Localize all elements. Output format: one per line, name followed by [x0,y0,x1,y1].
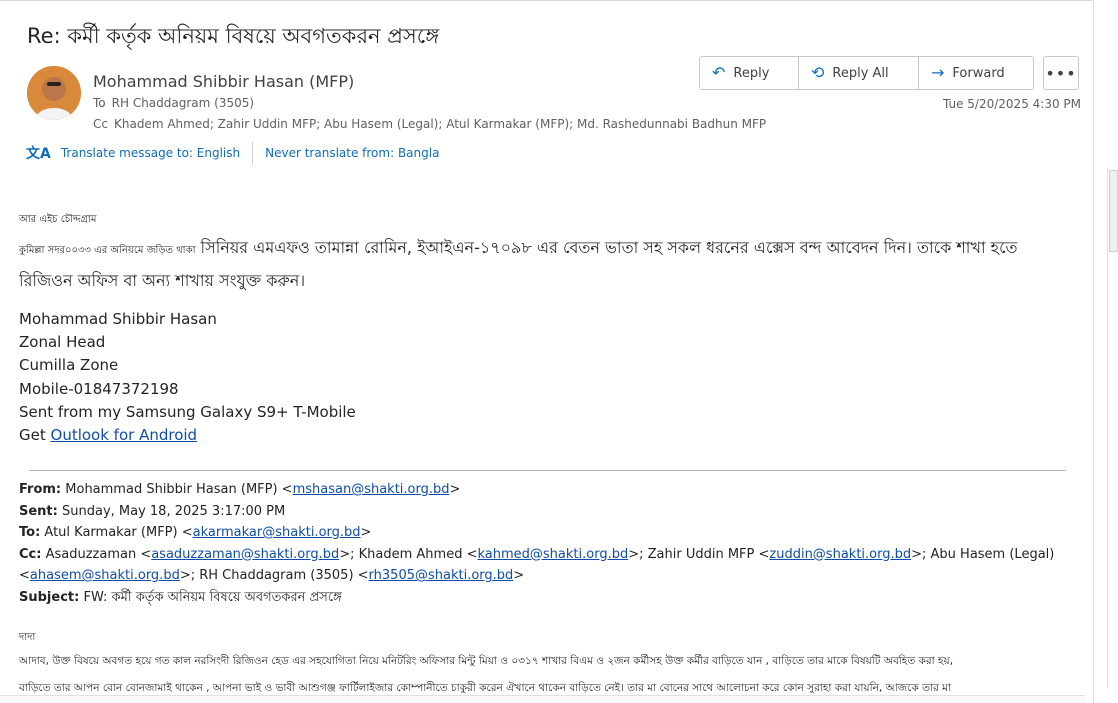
fwd-to-email-link[interactable]: akarmakar@shakti.org.bd [193,525,361,540]
fwd-cc-1-email-link[interactable]: asaduzzaman@shakti.org.bd [151,547,339,562]
received-date: Tue 5/20/2025 4:30 PM [942,97,1081,111]
forward-label: Forward [952,65,1005,81]
signature-zone: Cumilla Zone [19,356,119,375]
to-recipients: To RH Chaddagram (3505) [93,96,254,110]
vertical-scrollbar-thumb[interactable] [1109,170,1118,252]
translate-separator [252,142,254,164]
forwarded-headers: From: Mohammad Shibbir Hasan (MFP) <msha… [19,479,1074,608]
forward-icon: → [931,63,945,82]
reply-button[interactable]: ↶ Reply [700,57,799,89]
body-main-paragraph: কুমিল্লা সদর০০৩৩ এর অনিয়মে জড়িত থাকা স… [19,233,1059,296]
email-reading-pane: Re: কর্মী কর্তৃক অনিয়ম বিষয়ে অবগতকরন প… [0,0,1118,703]
forward-divider [29,470,1066,471]
body-lead: কুমিল্লা সদর০০৩৩ এর অনিয়মে জড়িত থাকা [19,245,196,256]
signature-name: Mohammad Shibbir Hasan [19,310,217,328]
fwd-sent-label: Sent: [19,503,58,519]
fwd-to-line: To: Atul Karmakar (MFP) <akarmakar@shakt… [19,522,1074,544]
fwd-cc-5-email-link[interactable]: rh3505@shakti.org.bd [369,568,514,583]
translate-to-english-link[interactable]: Translate message to: English [61,146,240,160]
fwd-cc-4-email-link[interactable]: ahasem@shakti.org.bd [30,568,180,583]
outlook-for-android-link[interactable]: Outlook for Android [51,426,198,444]
signature-get-outlook: Get Outlook for Android [19,424,356,447]
avatar[interactable] [27,66,81,120]
vertical-scrollbar[interactable] [1107,168,1118,688]
reply-label: Reply [733,65,770,81]
signature-mobile: Mobile-01847372198 [19,379,179,398]
sender-name[interactable]: Mohammad Shibbir Hasan (MFP) [93,72,354,91]
email-subject: Re: কর্মী কর্তৃক অনিয়ম বিষয়ে অবগতকরন প… [27,24,440,48]
signature: Mohammad Shibbir Hasan Zonal Head Cumill… [19,308,356,447]
avatar-photo-icon [27,66,81,120]
reply-button-group: ↶ Reply ⟲ Reply All → Forward [699,56,1034,90]
fwd-subject-line: Subject: FW: কর্মী কর্তৃক অনিয়ম বিষয়ে … [19,587,1074,609]
fwd-cc-1-name: Asaduzzaman < [41,546,152,562]
get-text: Get [19,426,51,445]
fwd-cc-3-email-link[interactable]: zuddin@shakti.org.bd [769,547,911,562]
top-divider [0,0,1092,1]
signature-sent-from: Sent from my Samsung Galaxy S9+ T-Mobile [19,402,356,421]
cc-recipients: Cc Khadem Ahmed; Zahir Uddin MFP; Abu Has… [93,117,766,131]
message-actions: ↶ Reply ⟲ Reply All → Forward ••• [699,56,1079,90]
fwd-from-line: From: Mohammad Shibbir Hasan (MFP) <msha… [19,479,1074,501]
fwd-from-email-link[interactable]: mshasan@shakti.org.bd [293,482,450,497]
reply-all-icon: ⟲ [811,63,825,82]
fwd-sent-line: Sent: Sunday, May 18, 2025 3:17:00 PM [19,501,1074,523]
fwd-to-close: > [360,525,372,540]
cc-label: Cc [93,117,108,131]
to-label: To [93,96,106,110]
fwd-subject-value: FW: কর্মী কর্তৃক অনিয়ম বিষয়ে অবগতকরন প… [79,589,342,605]
body-greeting: আর এইচ চৌদ্দগ্রাম [19,214,97,225]
fwd-to-name: Atul Karmakar (MFP) < [40,525,193,540]
fwd-cc-close: > [513,568,525,583]
fwd-cc-3-name: >; Zahir Uddin MFP < [628,546,770,562]
signature-title: Zonal Head [19,333,106,352]
reply-icon: ↶ [712,63,726,82]
reply-all-label: Reply All [832,65,889,81]
fwd-from-label: From: [19,482,62,497]
more-actions-button[interactable]: ••• [1043,56,1079,90]
fwd-cc-2-name: >; Khadem Ahmed < [339,546,478,562]
reply-all-button[interactable]: ⟲ Reply All [799,57,919,89]
cc-value[interactable]: Khadem Ahmed; Zahir Uddin MFP; Abu Hasem… [114,117,766,131]
fwd-salutation: দাদা [19,632,36,643]
translate-icon: 文A [26,146,51,162]
fwd-paragraph-1: আদাব, উক্ত বিষয়ে অবগত হয়ে গত কাল নরসিং… [19,655,954,667]
fwd-from-name: Mohammad Shibbir Hasan (MFP) < [61,482,293,497]
fwd-cc-2-email-link[interactable]: kahmed@shakti.org.bd [477,547,628,562]
fwd-from-close: > [449,482,461,497]
forward-button[interactable]: → Forward [919,57,1033,89]
fwd-subject-label: Subject: [19,589,80,605]
fwd-sent-value: Sunday, May 18, 2025 3:17:00 PM [57,503,286,519]
horizontal-scrollbar[interactable] [0,695,1085,703]
fwd-cc-5-name: >; RH Chaddagram (3505) < [179,568,369,583]
fwd-to-label: To: [19,525,41,540]
translate-bar: 文A Translate message to: English Never t… [26,142,439,164]
fwd-cc-label: Cc: [19,546,42,562]
to-value[interactable]: RH Chaddagram (3505) [112,96,254,110]
right-divider [1093,0,1094,703]
never-translate-link[interactable]: Never translate from: Bangla [265,146,439,160]
fwd-cc-line: Cc: Asaduzzaman <asaduzzaman@shakti.org.… [19,544,1074,587]
